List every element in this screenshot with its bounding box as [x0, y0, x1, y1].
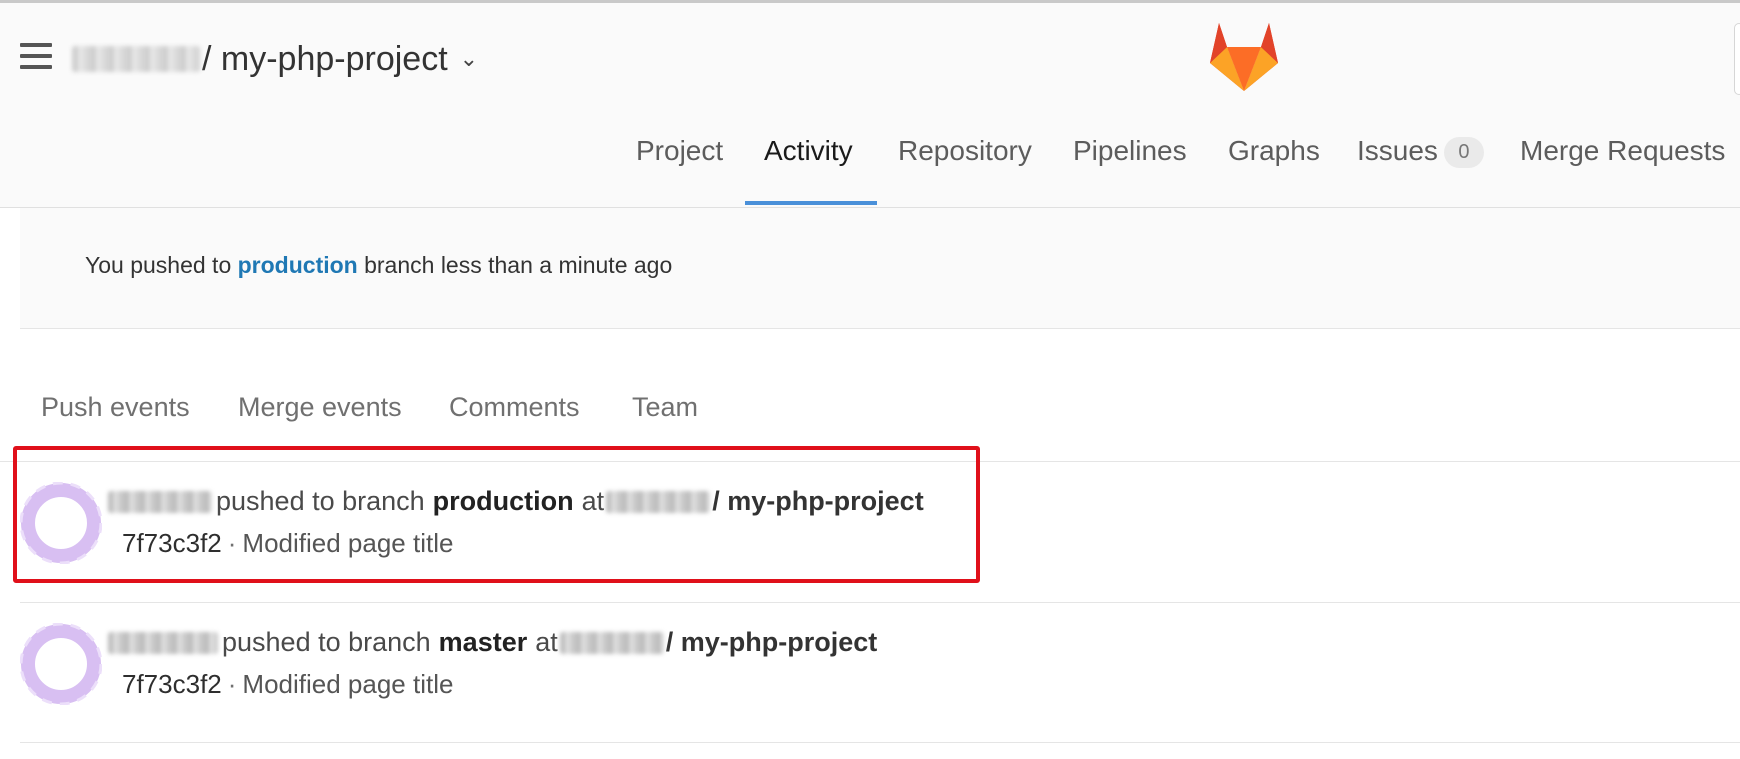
event-commit: 7f73c3f2 · Modified page title — [122, 528, 453, 559]
avatar[interactable] — [20, 623, 102, 705]
blurred-username[interactable] — [108, 490, 212, 513]
filter-team[interactable]: Team — [632, 392, 698, 423]
event-item: pushed to branch production at / my-php-… — [0, 462, 1740, 602]
tab-project[interactable]: Project — [636, 135, 723, 167]
event-summary: pushed to branch production at / my-php-… — [108, 486, 924, 517]
filter-merge-events[interactable]: Merge events — [238, 392, 402, 423]
blurred-namespace — [72, 46, 200, 72]
tab-issues[interactable]: Issues 0 — [1357, 135, 1484, 169]
event-branch-link[interactable]: production — [433, 486, 574, 517]
commit-sha-link[interactable]: 7f73c3f2 — [122, 669, 222, 699]
push-notice-text: You pushed to production branch less tha… — [85, 252, 672, 279]
event-action: pushed to branch — [216, 486, 425, 516]
project-nav: Project Activity Repository Pipelines Gr… — [0, 103, 1740, 207]
commit-message: Modified page title — [242, 669, 454, 699]
event-branch-link[interactable]: master — [439, 627, 528, 658]
gitlab-logo-icon[interactable] — [1205, 19, 1283, 91]
project-name[interactable]: / my-php-project — [202, 40, 448, 79]
event-summary: pushed to branch master at / my-php-proj… — [108, 627, 877, 658]
tab-merge-requests[interactable]: Merge Requests — [1520, 135, 1725, 167]
active-tab-indicator — [745, 201, 877, 205]
tab-issues-label: Issues — [1357, 135, 1438, 166]
commit-separator: · — [227, 528, 237, 558]
event-project-link[interactable]: / my-php-project — [666, 627, 878, 658]
event-action: pushed to branch — [222, 627, 431, 657]
event-at: at — [535, 627, 558, 657]
commit-separator: · — [227, 669, 237, 699]
commit-message: Modified page title — [242, 528, 454, 558]
filter-comments[interactable]: Comments — [449, 392, 580, 423]
hamburger-menu-icon[interactable] — [20, 43, 52, 69]
filter-push-events[interactable]: Push events — [41, 392, 190, 423]
notice-prefix: You pushed to — [85, 252, 232, 278]
avatar[interactable] — [20, 482, 102, 564]
event-item: pushed to branch master at / my-php-proj… — [0, 603, 1740, 743]
tab-repository[interactable]: Repository — [898, 135, 1032, 167]
event-commit: 7f73c3f2 · Modified page title — [122, 669, 453, 700]
issues-count-badge: 0 — [1443, 137, 1484, 169]
tab-graphs[interactable]: Graphs — [1228, 135, 1320, 167]
blurred-namespace — [559, 631, 664, 654]
push-notice: You pushed to production branch less tha… — [20, 208, 1740, 329]
event-project-link[interactable]: / my-php-project — [712, 486, 924, 517]
notice-branch-link[interactable]: production — [238, 252, 358, 278]
event-divider — [20, 742, 1740, 743]
project-title[interactable]: / my-php-project ⌄ — [72, 35, 478, 83]
tab-activity[interactable]: Activity — [764, 135, 853, 167]
chevron-down-icon[interactable]: ⌄ — [460, 48, 478, 70]
notice-suffix: branch less than a minute ago — [364, 252, 673, 278]
blurred-username[interactable] — [108, 631, 218, 654]
tab-pipelines[interactable]: Pipelines — [1073, 135, 1187, 167]
commit-sha-link[interactable]: 7f73c3f2 — [122, 528, 222, 558]
event-at: at — [581, 486, 605, 516]
blurred-namespace — [606, 490, 711, 513]
right-edge-control — [1734, 23, 1740, 95]
top-header: / my-php-project ⌄ Project Activity Repo… — [0, 3, 1740, 208]
